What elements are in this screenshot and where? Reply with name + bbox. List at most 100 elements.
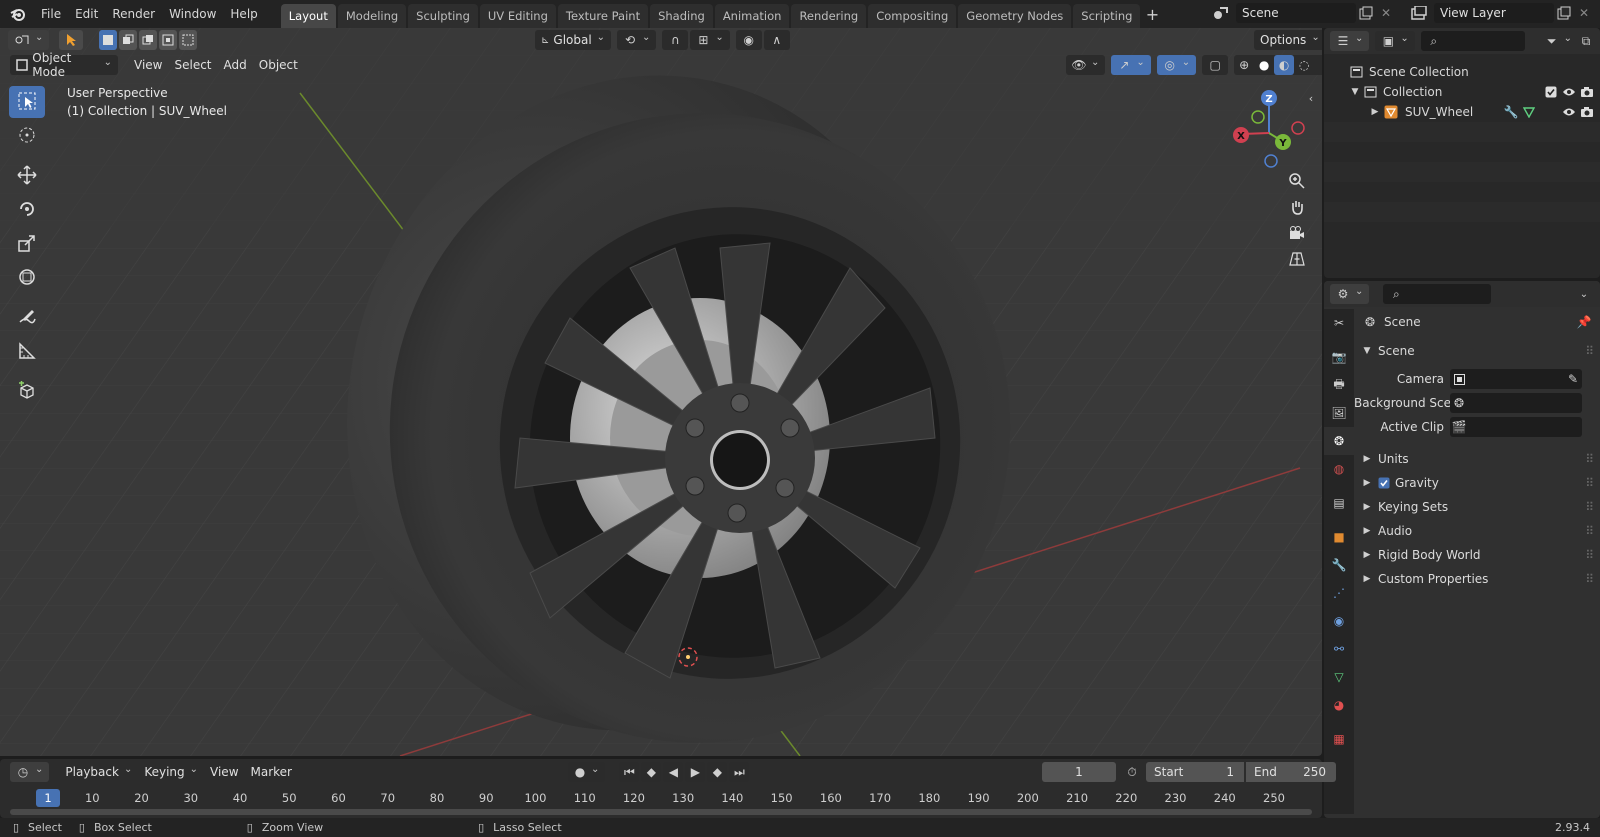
world-tab-icon[interactable]: ◍ bbox=[1324, 455, 1354, 483]
add-cube-tool[interactable] bbox=[9, 376, 45, 408]
particles-tab-icon[interactable]: ⋰ bbox=[1324, 579, 1354, 607]
orientation-dropdown[interactable]: ⊾ Global bbox=[535, 30, 611, 50]
wireframe-shading-icon[interactable]: ⊕ bbox=[1234, 55, 1254, 75]
auto-keying-toggle[interactable]: ● bbox=[568, 762, 606, 782]
drag-handle-icon[interactable]: ⠿ bbox=[1585, 500, 1594, 514]
material-shading-icon[interactable]: ◐ bbox=[1274, 55, 1295, 75]
tab-rendering[interactable]: Rendering bbox=[791, 4, 867, 28]
drag-handle-icon[interactable]: ⠿ bbox=[1585, 548, 1594, 562]
menu-object[interactable]: Object bbox=[253, 55, 304, 75]
prev-keyframe-icon[interactable]: ◆ bbox=[641, 762, 662, 782]
menu-keying[interactable]: Keying bbox=[138, 762, 204, 782]
outliner-collection-row[interactable]: ▼ Collection bbox=[1324, 82, 1600, 102]
select-new-icon[interactable] bbox=[99, 30, 118, 50]
falloff-dropdown[interactable]: ∧ bbox=[763, 30, 790, 50]
outliner-scene-collection-row[interactable]: Scene Collection bbox=[1324, 62, 1600, 82]
menu-view[interactable]: View bbox=[128, 55, 168, 75]
3d-viewport[interactable]: ⊾ Global ⟲ ∩ ⊞ ◉ ∧ Options Object Mode bbox=[0, 28, 1322, 756]
tab-uv-editing[interactable]: UV Editing bbox=[479, 4, 556, 28]
jump-start-icon[interactable]: ⏮ bbox=[619, 762, 640, 782]
object-tab-icon[interactable]: ■ bbox=[1324, 523, 1354, 551]
collection-eye-icon[interactable] bbox=[1560, 82, 1578, 102]
keying-sets-subpanel[interactable]: ▶ Keying Sets ⠿ bbox=[1354, 495, 1600, 519]
modifier-tab-icon[interactable]: 🔧 bbox=[1324, 551, 1354, 579]
custom-properties-subpanel[interactable]: ▶ Custom Properties ⠿ bbox=[1354, 567, 1600, 591]
scene-panel-header[interactable]: ▼ Scene ⠿ bbox=[1354, 339, 1600, 363]
new-scene-icon[interactable] bbox=[1356, 3, 1376, 23]
units-subpanel[interactable]: ▶ Units ⠿ bbox=[1354, 447, 1600, 471]
tab-scripting[interactable]: Scripting bbox=[1073, 4, 1141, 28]
zoom-icon[interactable] bbox=[1284, 168, 1310, 194]
tab-sculpting[interactable]: Sculpting bbox=[408, 4, 478, 28]
menu-window[interactable]: Window bbox=[162, 0, 223, 28]
drag-handle-icon[interactable]: ⠿ bbox=[1585, 452, 1594, 466]
play-reverse-icon[interactable]: ◀ bbox=[663, 762, 684, 782]
pin-icon[interactable]: 📌 bbox=[1574, 312, 1594, 332]
editor-type-button[interactable] bbox=[8, 30, 50, 50]
tab-compositing[interactable]: Compositing bbox=[868, 4, 957, 28]
tab-shading[interactable]: Shading bbox=[650, 4, 713, 28]
rotate-tool[interactable] bbox=[9, 194, 45, 226]
transform-tool[interactable] bbox=[9, 262, 45, 294]
camera-field[interactable]: ✎ bbox=[1450, 369, 1582, 389]
tab-texture-paint[interactable]: Texture Paint bbox=[557, 4, 649, 28]
scale-tool[interactable] bbox=[9, 228, 45, 260]
select-invert-icon[interactable] bbox=[159, 30, 178, 50]
menu-edit[interactable]: Edit bbox=[68, 0, 105, 28]
output-tab-icon[interactable]: 🖶 bbox=[1324, 371, 1354, 399]
drag-handle-icon[interactable]: ⠿ bbox=[1585, 524, 1594, 538]
tab-modeling[interactable]: Modeling bbox=[337, 4, 407, 28]
texture-tab-icon[interactable]: ▦ bbox=[1324, 725, 1354, 753]
shading-options-icon[interactable]: ⌄ bbox=[1314, 55, 1322, 75]
cursor-tool[interactable] bbox=[9, 120, 45, 152]
select-subtract-icon[interactable] bbox=[139, 30, 158, 50]
jump-end-icon[interactable]: ⏭ bbox=[729, 762, 750, 782]
collapse-arrow-icon[interactable]: ▼ bbox=[1348, 82, 1362, 102]
material-tab-icon[interactable]: ◕ bbox=[1324, 691, 1354, 719]
scene-name-field[interactable]: Scene bbox=[1236, 3, 1356, 23]
blender-logo-icon[interactable] bbox=[6, 4, 30, 24]
measure-tool[interactable] bbox=[9, 336, 45, 368]
navigation-gizmo[interactable]: Z Y X bbox=[1224, 88, 1314, 178]
gizmo-toggle[interactable]: ↗ bbox=[1111, 55, 1151, 75]
perspective-toggle-icon[interactable] bbox=[1284, 246, 1310, 272]
menu-help[interactable]: Help bbox=[223, 0, 264, 28]
new-view-layer-icon[interactable] bbox=[1554, 3, 1574, 23]
drag-handle-icon[interactable]: ⠿ bbox=[1585, 344, 1594, 358]
annotate-tool[interactable] bbox=[9, 302, 45, 334]
menu-marker[interactable]: Marker bbox=[245, 762, 298, 782]
scene-tab-icon[interactable]: ❂ bbox=[1324, 427, 1354, 455]
modifier-wrench-icon[interactable]: 🔧 bbox=[1502, 102, 1520, 122]
view-layer-tab-icon[interactable]: 🖼 bbox=[1324, 399, 1354, 427]
pan-hand-icon[interactable] bbox=[1284, 194, 1310, 220]
new-collection-icon[interactable]: ⧉ bbox=[1578, 31, 1594, 51]
tab-layout[interactable]: Layout bbox=[280, 4, 336, 28]
snap-toggle[interactable]: ∩ bbox=[662, 30, 689, 50]
timeline-ruler[interactable]: 1 10 20 30 40 50 60 70 80 90 100 110 120 130 140 150 160… bbox=[0, 787, 1322, 807]
rigid-body-world-subpanel[interactable]: ▶ Rigid Body World ⠿ bbox=[1354, 543, 1600, 567]
proportional-edit-toggle[interactable]: ◉ bbox=[735, 30, 762, 50]
preview-range-icon[interactable]: ⏱ bbox=[1122, 762, 1142, 782]
object-camera-icon[interactable] bbox=[1578, 102, 1596, 122]
visibility-dropdown[interactable]: 👁 bbox=[1066, 55, 1106, 75]
end-frame-field[interactable]: End 250 bbox=[1246, 762, 1336, 782]
options-dropdown[interactable]: Options bbox=[1254, 30, 1322, 50]
menu-select[interactable]: Select bbox=[168, 55, 217, 75]
tab-geometry-nodes[interactable]: Geometry Nodes bbox=[958, 4, 1072, 28]
gravity-checkbox[interactable] bbox=[1376, 473, 1392, 493]
collection-camera-icon[interactable] bbox=[1578, 82, 1596, 102]
object-eye-icon[interactable] bbox=[1560, 102, 1578, 122]
data-tab-icon[interactable]: ▽ bbox=[1324, 663, 1354, 691]
expand-arrow-icon[interactable]: ▶ bbox=[1368, 102, 1382, 122]
constraints-tab-icon[interactable]: ⚯ bbox=[1324, 635, 1354, 663]
render-tab-icon[interactable]: 📷 bbox=[1324, 343, 1354, 371]
background-scene-field[interactable]: ❂ bbox=[1450, 393, 1582, 413]
outliner-editor-type-button[interactable]: ☰ bbox=[1330, 31, 1370, 51]
select-intersect-icon[interactable] bbox=[179, 30, 198, 50]
scene-icon[interactable] bbox=[1206, 3, 1236, 23]
menu-file[interactable]: File bbox=[34, 0, 68, 28]
next-keyframe-icon[interactable]: ◆ bbox=[707, 762, 728, 782]
gravity-subpanel[interactable]: ▶ Gravity ⠿ bbox=[1354, 471, 1600, 495]
solid-shading-icon[interactable]: ● bbox=[1254, 55, 1274, 75]
overlays-toggle[interactable]: ◎ bbox=[1156, 55, 1197, 75]
